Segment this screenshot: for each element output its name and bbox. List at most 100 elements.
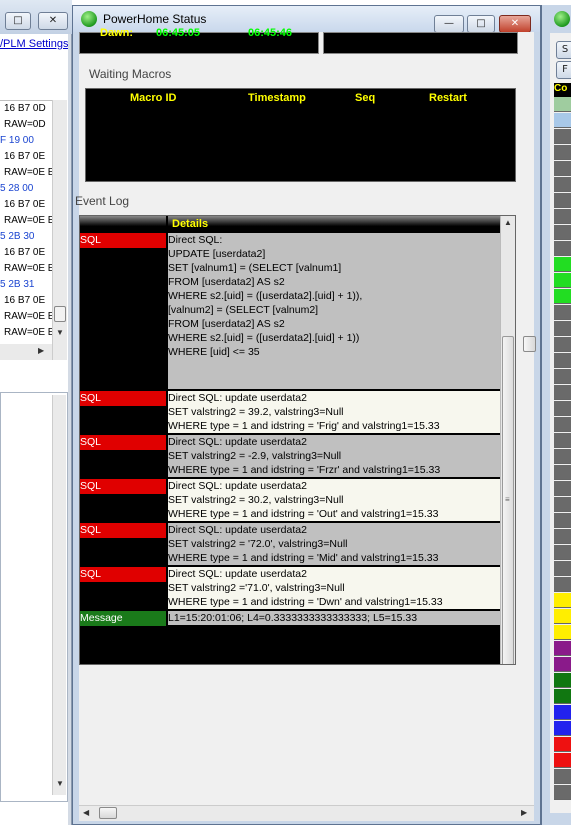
status-cell[interactable] [554, 401, 571, 416]
status-cell[interactable] [554, 353, 571, 368]
minimize-button[interactable]: — [434, 15, 464, 33]
status-cell[interactable] [554, 593, 571, 608]
waiting-macros-table[interactable]: Macro ID Timestamp Seq Restart [85, 88, 516, 182]
list-horizontal-scrollbar[interactable]: ▶ [0, 344, 52, 360]
status-cell[interactable] [554, 113, 571, 128]
status-cell[interactable] [554, 545, 571, 560]
list-item[interactable]: RAW=0E E [0, 213, 52, 229]
status-cell[interactable] [554, 753, 571, 768]
arrow-down-icon[interactable]: ▼ [56, 328, 64, 337]
status-cell[interactable] [554, 273, 571, 288]
close-button[interactable]: ✕ [38, 12, 68, 30]
event-log-table[interactable]: Details SQL Direct SQL: UPDATE [userdata2… [79, 215, 516, 665]
status-cell[interactable] [554, 625, 571, 640]
status-cell[interactable] [554, 641, 571, 656]
plm-settings-link[interactable]: /PLM Settings [0, 38, 68, 52]
horizontal-scroll-thumb[interactable] [99, 807, 117, 819]
status-cell[interactable] [554, 97, 571, 112]
arrow-right-icon[interactable]: ▶ [38, 346, 44, 355]
table-row[interactable]: SQL Direct SQL: update userdata2 SET vals… [80, 479, 500, 523]
list-item[interactable]: RAW=0E E [0, 165, 52, 181]
col-macro-id[interactable]: Macro ID [130, 92, 176, 104]
list-item[interactable]: 16 B7 0E [0, 245, 52, 261]
list-item[interactable]: 16 B7 0E [0, 197, 52, 213]
status-cell[interactable] [554, 193, 571, 208]
restore-button[interactable]: □ [5, 12, 31, 30]
status-cell[interactable] [554, 241, 571, 256]
table-row[interactable]: SQL Direct SQL: UPDATE [userdata2] SET [v… [80, 233, 500, 391]
table-row[interactable]: Message L1=15:20:01:06; L4=0.333333333333… [80, 611, 500, 627]
status-cell[interactable] [554, 513, 571, 528]
status-cell[interactable] [554, 321, 571, 336]
right-button-2[interactable]: F [556, 61, 571, 79]
close-button[interactable]: ✕ [499, 15, 531, 33]
table-row[interactable]: SQL Direct SQL: update userdata2 SET vals… [80, 567, 500, 611]
arrow-down-icon[interactable]: ▼ [56, 779, 64, 788]
list-item[interactable]: RAW=0D [0, 117, 52, 133]
table-row[interactable]: SQL Direct SQL: update userdata2 SET vals… [80, 523, 500, 567]
list-item[interactable]: 16 B7 0D [0, 101, 52, 117]
status-cell[interactable] [554, 465, 571, 480]
list-item[interactable]: 16 B7 0E [0, 149, 52, 165]
column-header[interactable]: Co [554, 83, 571, 97]
main-titlebar[interactable]: PowerHome Status — □ ✕ [73, 6, 540, 33]
status-cell[interactable] [554, 561, 571, 576]
status-cell[interactable] [554, 657, 571, 672]
status-cell[interactable] [554, 769, 571, 784]
list-item[interactable]: F 19 00 [0, 133, 52, 149]
status-cell[interactable] [554, 721, 571, 736]
bottom-vertical-scrollbar[interactable]: ▼ [52, 395, 66, 795]
event-log-scroll-thumb[interactable]: ≡ [502, 336, 514, 664]
status-cell[interactable] [554, 369, 571, 384]
status-cell[interactable] [554, 417, 571, 432]
status-cell[interactable] [554, 673, 571, 688]
status-cell[interactable] [554, 497, 571, 512]
status-cell[interactable] [554, 481, 571, 496]
col-details[interactable]: Details [172, 218, 208, 230]
status-cell[interactable] [554, 257, 571, 272]
status-cell[interactable] [554, 129, 571, 144]
arrow-up-icon[interactable]: ▲ [504, 218, 512, 227]
status-cell[interactable] [554, 785, 571, 800]
status-cell[interactable] [554, 209, 571, 224]
status-cell[interactable] [554, 737, 571, 752]
status-cell[interactable] [554, 433, 571, 448]
table-row[interactable]: SQL Direct SQL: update userdata2 SET vals… [80, 435, 500, 479]
status-cell[interactable] [554, 225, 571, 240]
maximize-button[interactable]: □ [467, 15, 495, 33]
status-cell[interactable] [554, 305, 571, 320]
status-cell[interactable] [554, 529, 571, 544]
col-seq[interactable]: Seq [355, 92, 375, 104]
list-item[interactable]: RAW=0E E [0, 261, 52, 277]
list-item[interactable]: RAW=0E E [0, 325, 52, 341]
scroll-thumb[interactable] [54, 306, 66, 322]
right-window-client: S F Co [550, 33, 571, 813]
arrow-right-icon[interactable]: ▶ [521, 808, 527, 817]
status-cell[interactable] [554, 289, 571, 304]
col-timestamp[interactable]: Timestamp [248, 92, 306, 104]
status-cell[interactable] [554, 705, 571, 720]
status-cell[interactable] [554, 177, 571, 192]
table-row[interactable]: SQL Direct SQL: update userdata2 SET vals… [80, 391, 500, 435]
list-item[interactable]: RAW=0E E [0, 309, 52, 325]
status-cell[interactable] [554, 689, 571, 704]
status-cell[interactable] [554, 337, 571, 352]
list-item[interactable]: 16 B7 0E [0, 293, 52, 309]
status-cell[interactable] [554, 577, 571, 592]
col-restart[interactable]: Restart [429, 92, 467, 104]
right-button-1[interactable]: S [556, 41, 571, 59]
raw-data-list[interactable]: 16 B7 0D RAW=0D F 19 00 16 B7 0E RAW=0E E5 2… [0, 100, 52, 360]
window-horizontal-scrollbar[interactable]: ◀ ▶ [79, 805, 534, 821]
status-cell[interactable] [554, 449, 571, 464]
list-item[interactable]: 5 28 00 [0, 181, 52, 197]
status-cell[interactable] [554, 161, 571, 176]
status-cell[interactable] [554, 609, 571, 624]
list-item[interactable]: 5 2B 30 [0, 229, 52, 245]
status-cell[interactable] [554, 145, 571, 160]
list-vertical-scrollbar[interactable]: ▼ [52, 100, 67, 360]
list-item[interactable]: 5 2B 31 [0, 277, 52, 293]
window-scroll-thumb[interactable] [523, 336, 536, 352]
status-cell[interactable] [554, 385, 571, 400]
arrow-left-icon[interactable]: ◀ [83, 808, 89, 817]
window-title: PowerHome Status [103, 12, 207, 26]
